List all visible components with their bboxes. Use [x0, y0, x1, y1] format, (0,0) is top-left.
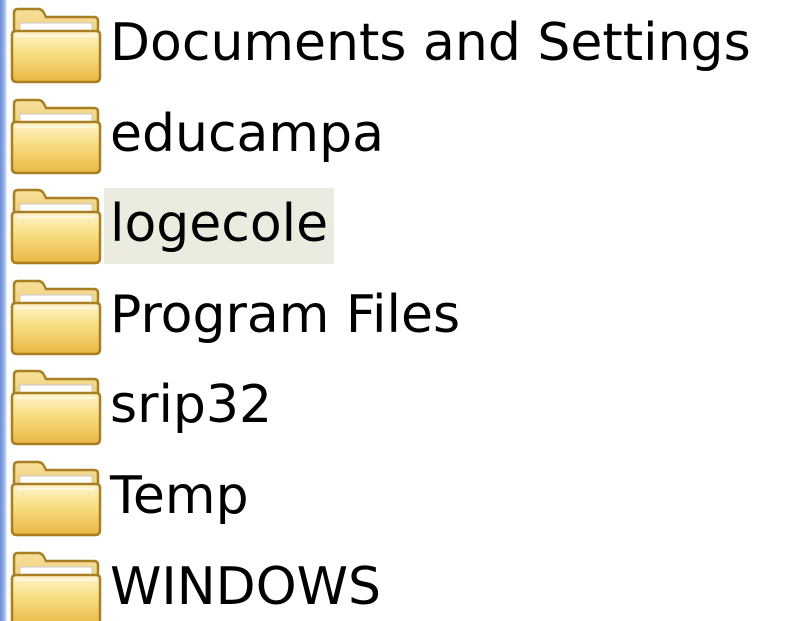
folder-icon — [8, 367, 104, 447]
folder-label: Program Files — [110, 285, 461, 345]
folder-item-educampa[interactable]: educampa — [8, 91, 390, 181]
folder-icon — [8, 458, 104, 538]
folder-item-documents-and-settings[interactable]: Documents and Settings — [8, 0, 757, 90]
folder-icon — [8, 549, 104, 621]
folder-item-program-files[interactable]: Program Files — [8, 272, 466, 362]
folder-item-temp[interactable]: Temp — [8, 453, 255, 543]
folder-icon — [8, 186, 104, 266]
folder-label: Documents and Settings — [110, 13, 751, 73]
folder-tree-list: Documents and Settings educampa logecole… — [0, 0, 805, 621]
folder-label: WINDOWS — [110, 557, 382, 617]
folder-icon — [8, 96, 104, 176]
folder-label: logecole — [104, 188, 335, 264]
folder-label: educampa — [110, 104, 384, 164]
folder-label: Temp — [110, 466, 249, 526]
folder-icon — [8, 5, 104, 85]
folder-item-srip32[interactable]: srip32 — [8, 362, 278, 452]
folder-icon — [8, 277, 104, 357]
folder-item-logecole[interactable]: logecole — [8, 181, 335, 271]
folder-item-windows[interactable]: WINDOWS — [8, 544, 387, 621]
folder-label: srip32 — [110, 375, 273, 435]
